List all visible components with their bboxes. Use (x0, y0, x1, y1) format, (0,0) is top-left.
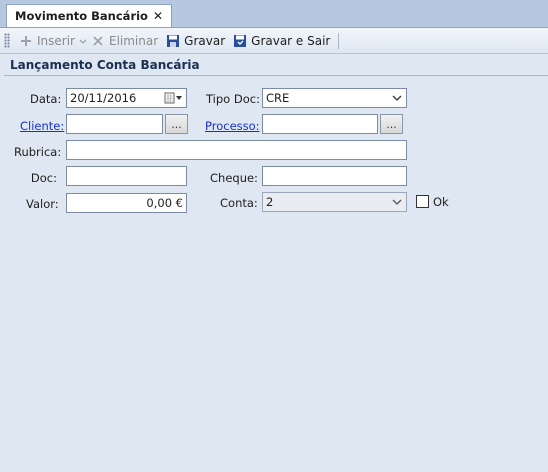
save-exit-button[interactable]: Gravar e Sair (229, 30, 334, 51)
chevron-down-icon (392, 196, 402, 211)
data-label: Data: (30, 92, 62, 106)
cliente-lookup-button[interactable]: ... (165, 114, 188, 134)
section-title: Lançamento Conta Bancária (10, 58, 200, 72)
cliente-link[interactable]: Cliente: (20, 119, 64, 133)
processo-lookup-button[interactable]: ... (380, 114, 403, 134)
tipo-doc-label: Tipo Doc: (206, 92, 260, 106)
x-icon (91, 34, 105, 48)
doc-label: Doc: (30, 171, 57, 185)
calendar-icon[interactable] (164, 92, 182, 104)
rubrica-label: Rubrica: (14, 145, 62, 159)
processo-field[interactable] (262, 114, 378, 134)
save-button[interactable]: Gravar (162, 30, 229, 51)
delete-button[interactable]: Eliminar (87, 30, 162, 51)
ok-checkbox[interactable] (416, 195, 429, 208)
section-divider (4, 75, 548, 76)
floppy-icon (166, 34, 180, 48)
date-value: 20/11/2016 (70, 91, 137, 105)
toolbar-grip[interactable] (4, 33, 10, 48)
processo-link[interactable]: Processo: (205, 119, 260, 133)
tab-strip: Movimento Bancário ✕ (0, 0, 548, 28)
date-field[interactable]: 20/11/2016 (66, 88, 187, 108)
delete-label: Eliminar (108, 33, 159, 48)
cliente-field[interactable] (66, 114, 163, 134)
chevron-down-icon[interactable] (79, 34, 87, 48)
toolbar-separator (338, 32, 340, 49)
insert-label: Inserir (37, 33, 75, 48)
tab-movimento-bancario[interactable]: Movimento Bancário ✕ (6, 4, 173, 27)
insert-button[interactable]: Inserir (15, 30, 79, 51)
rubrica-field[interactable] (66, 140, 407, 160)
valor-value: 0,00 € (146, 196, 183, 210)
save-exit-label: Gravar e Sair (251, 33, 331, 48)
toolbar: Inserir Eliminar Gravar Gravar e Sair (0, 28, 548, 54)
plus-icon (19, 34, 33, 48)
doc-field[interactable] (66, 166, 187, 186)
conta-value: 2 (266, 195, 274, 209)
tipo-doc-value: CRE (266, 91, 290, 105)
valor-field[interactable]: 0,00 € (66, 193, 187, 213)
valor-label: Valor: (26, 197, 59, 211)
conta-label: Conta: (220, 196, 258, 210)
tab-close-icon[interactable]: ✕ (153, 9, 163, 23)
ok-label: Ok (433, 195, 449, 209)
floppy-exit-icon (233, 34, 247, 48)
tab-label: Movimento Bancário (15, 9, 148, 23)
conta-select[interactable]: 2 (262, 192, 407, 212)
chevron-down-icon (392, 92, 402, 107)
tipo-doc-select[interactable]: CRE (262, 88, 407, 108)
cheque-label: Cheque: (210, 171, 258, 185)
cheque-field[interactable] (262, 166, 407, 186)
save-label: Gravar (184, 33, 226, 48)
